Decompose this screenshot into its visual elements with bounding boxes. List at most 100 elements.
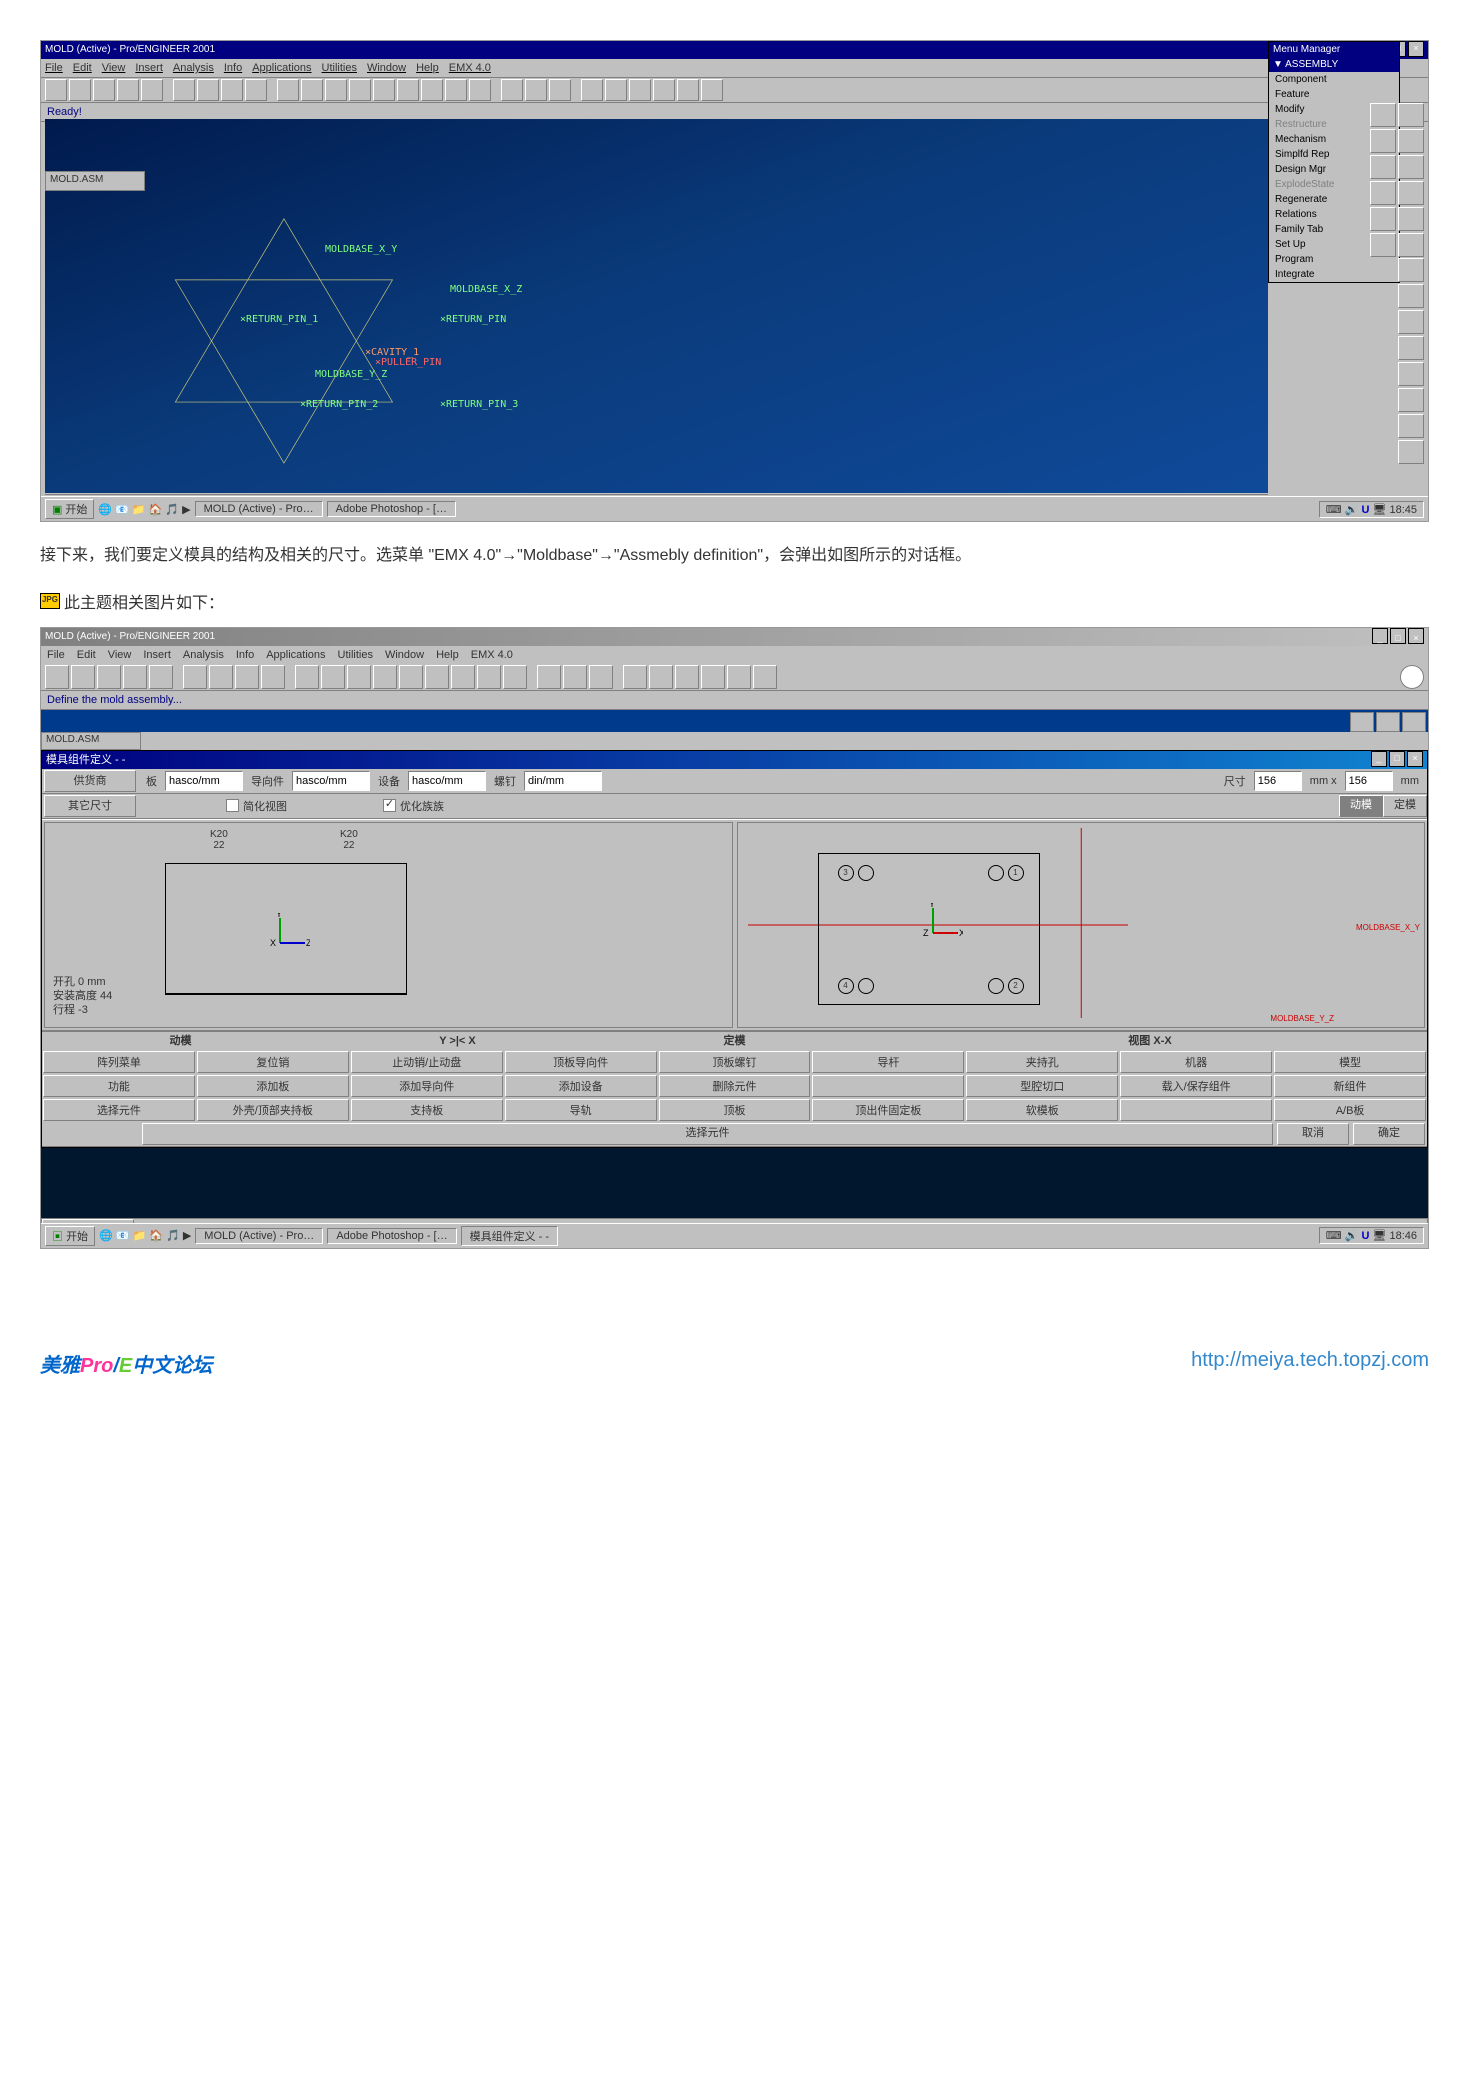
- toolbar-button[interactable]: [623, 665, 647, 689]
- button-fixed-half[interactable]: 定模: [1383, 795, 1427, 817]
- toolbar-button[interactable]: [93, 79, 115, 101]
- menu-info[interactable]: Info: [224, 62, 242, 74]
- toolbar-button[interactable]: [753, 665, 777, 689]
- toolbar-button[interactable]: [629, 79, 651, 101]
- menu-view[interactable]: View: [102, 62, 126, 74]
- close-button[interactable]: ×: [1408, 628, 1424, 644]
- toolbar-button[interactable]: [549, 79, 571, 101]
- right-tool-button[interactable]: [1398, 181, 1424, 205]
- menu-analysis[interactable]: Analysis: [173, 62, 214, 74]
- menu-help[interactable]: Help: [416, 62, 439, 74]
- input-screw-supplier[interactable]: [524, 771, 602, 791]
- taskbar-item[interactable]: MOLD (Active) - Pro…: [195, 501, 323, 517]
- viewport[interactable]: MOLD.ASM MOLDBASE_X_Y MOLDBASE_X_Z MOLDB…: [45, 119, 1268, 493]
- menu-insert[interactable]: Insert: [135, 62, 163, 74]
- menu-utilities[interactable]: Utilities: [322, 62, 357, 74]
- toolbar-button[interactable]: [123, 665, 147, 689]
- menu-applications[interactable]: Applications: [252, 62, 311, 74]
- btn-shell-clamp[interactable]: 外壳/顶部夹持板: [197, 1099, 349, 1121]
- btn-ok[interactable]: 确定: [1353, 1123, 1425, 1145]
- right-tool-button[interactable]: [1398, 284, 1424, 308]
- btn-clamp-hole[interactable]: 夹持孔: [966, 1051, 1118, 1073]
- toolbar-button[interactable]: [451, 665, 475, 689]
- btn-ejector-fix-plate[interactable]: 顶出件固定板: [812, 1099, 964, 1121]
- right-tool-button[interactable]: [1398, 440, 1424, 464]
- btn-add-plate[interactable]: 添加板: [197, 1075, 349, 1097]
- maximize-button[interactable]: □: [1390, 628, 1406, 644]
- start-button[interactable]: ▣开始: [45, 499, 94, 519]
- toolbar-button[interactable]: [727, 665, 751, 689]
- menu-insert[interactable]: Insert: [143, 649, 171, 661]
- toolbar-button[interactable]: [69, 79, 91, 101]
- btn-select-component[interactable]: 选择元件: [142, 1123, 1273, 1145]
- toolbar-button[interactable]: [325, 79, 347, 101]
- toolbar-button[interactable]: [501, 79, 523, 101]
- right-tool-button[interactable]: [1398, 388, 1424, 412]
- minimize-button[interactable]: _: [1372, 628, 1388, 644]
- close-button[interactable]: ×: [1408, 41, 1424, 57]
- emx-button[interactable]: [1350, 712, 1374, 732]
- menu-edit[interactable]: Edit: [77, 649, 96, 661]
- btn-stop-pin[interactable]: 止动销/止动盘: [351, 1051, 503, 1073]
- toolbar-button[interactable]: [97, 665, 121, 689]
- toolbar-button[interactable]: [45, 665, 69, 689]
- taskbar-item[interactable]: Adobe Photoshop - […: [327, 1228, 456, 1244]
- btn-top-screw[interactable]: 顶板螺钉: [659, 1051, 811, 1073]
- right-tool-button[interactable]: [1398, 336, 1424, 360]
- menu-manager-active[interactable]: ▼ ASSEMBLY: [1269, 57, 1399, 72]
- menu-help[interactable]: Help: [436, 649, 459, 661]
- menu-file[interactable]: File: [45, 62, 63, 74]
- toolbar-button[interactable]: [373, 665, 397, 689]
- menu-emx[interactable]: EMX 4.0: [449, 62, 491, 74]
- right-tool-button[interactable]: [1370, 103, 1396, 127]
- toolbar-button[interactable]: [235, 665, 259, 689]
- viewport-top[interactable]: 3 1 4 2 YXZ MOLDBASE_X_Y MOLDBASE_Y_Z: [737, 822, 1426, 1028]
- right-tool-button[interactable]: [1398, 310, 1424, 334]
- toolbar-button[interactable]: [397, 79, 419, 101]
- btn-guide-rod[interactable]: 导杆: [812, 1051, 964, 1073]
- toolbar-button[interactable]: [301, 79, 323, 101]
- right-tool-button[interactable]: [1370, 233, 1396, 257]
- menu-file[interactable]: File: [47, 649, 65, 661]
- right-tool-button[interactable]: [1398, 414, 1424, 438]
- btn-new-assembly[interactable]: 新组件: [1274, 1075, 1426, 1097]
- toolbar-button[interactable]: [197, 79, 219, 101]
- toolbar-button[interactable]: [653, 79, 675, 101]
- toolbar-button[interactable]: [141, 79, 163, 101]
- toolbar-button[interactable]: [117, 79, 139, 101]
- toolbar-button[interactable]: [349, 79, 371, 101]
- right-tool-button[interactable]: [1398, 362, 1424, 386]
- btn-add-equipment[interactable]: 添加设备: [505, 1075, 657, 1097]
- btn-machine[interactable]: 机器: [1120, 1051, 1272, 1073]
- toolbar-button[interactable]: [221, 79, 243, 101]
- toolbar-button[interactable]: [589, 665, 613, 689]
- menu-info[interactable]: Info: [236, 649, 254, 661]
- toolbar-button[interactable]: [373, 79, 395, 101]
- toolbar-button[interactable]: [277, 79, 299, 101]
- toolbar-button[interactable]: [421, 79, 443, 101]
- toolbar-button[interactable]: [425, 665, 449, 689]
- taskbar-item[interactable]: 模具组件定义 - -: [461, 1226, 558, 1246]
- right-tool-button[interactable]: [1398, 103, 1424, 127]
- toolbar-button[interactable]: [649, 665, 673, 689]
- toolbar-button[interactable]: [701, 79, 723, 101]
- dialog-minimize[interactable]: _: [1371, 751, 1387, 767]
- toolbar-button[interactable]: [399, 665, 423, 689]
- mm-item-integrate[interactable]: Integrate: [1269, 267, 1399, 282]
- toolbar-button[interactable]: [701, 665, 725, 689]
- checkbox-simplified[interactable]: [226, 799, 239, 812]
- menu-window[interactable]: Window: [385, 649, 424, 661]
- mm-item-feature[interactable]: Feature: [1269, 87, 1399, 102]
- dialog-maximize[interactable]: □: [1389, 751, 1405, 767]
- button-moving-half[interactable]: 动模: [1339, 795, 1383, 817]
- menu-applications[interactable]: Applications: [266, 649, 325, 661]
- right-tool-button[interactable]: [1398, 155, 1424, 179]
- model-tab-2[interactable]: MOLD.ASM: [41, 732, 141, 750]
- toolbar-button[interactable]: [537, 665, 561, 689]
- btn-support-plate[interactable]: 支持板: [351, 1099, 503, 1121]
- toolbar-button[interactable]: [445, 79, 467, 101]
- input-size-y[interactable]: [1345, 771, 1393, 791]
- input-size-x[interactable]: [1254, 771, 1302, 791]
- toolbar-button[interactable]: [581, 79, 603, 101]
- toolbar-button[interactable]: [209, 665, 233, 689]
